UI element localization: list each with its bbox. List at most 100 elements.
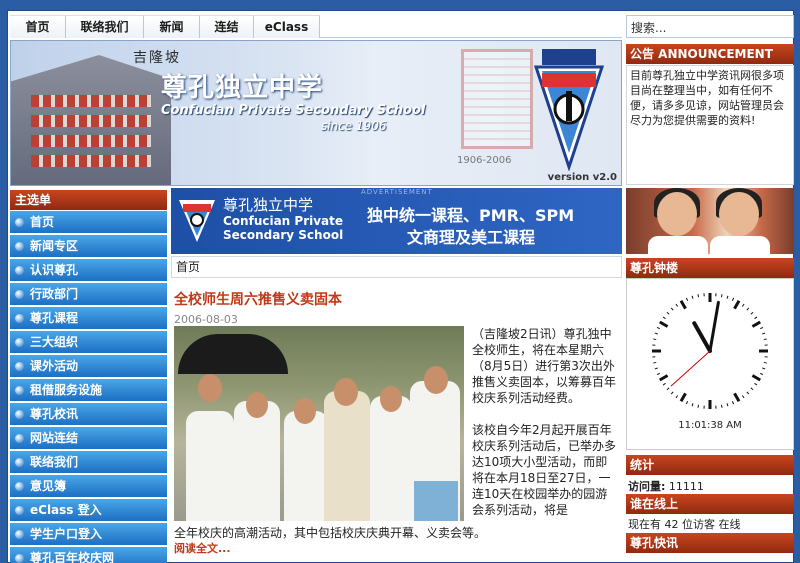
minute-tick — [685, 297, 689, 301]
minute-tick — [750, 311, 754, 315]
minute-tick — [726, 295, 729, 299]
ad-school-en: Confucian Private Secondary School — [223, 214, 344, 242]
banner-years: 1906-2006 — [457, 155, 512, 166]
minute-tick — [720, 404, 723, 408]
minute-tick — [654, 367, 658, 370]
clock-title: 尊孔钟楼 — [626, 258, 794, 278]
minute-tick — [697, 294, 700, 298]
school-name-cn: 尊孔独立中学 — [161, 73, 324, 103]
article-title[interactable]: 全校师生周六推售义卖固本 — [174, 289, 342, 309]
menu-item-links[interactable]: 网站连结 — [10, 427, 167, 451]
read-more-link[interactable]: 阅读全文... — [174, 541, 620, 556]
version-label: version v2.0 — [547, 172, 617, 183]
nav-links[interactable]: 连结 — [200, 15, 254, 38]
menu-item-organizations[interactable]: 三大组织 — [10, 331, 167, 355]
menu-item-courses[interactable]: 尊孔课程 — [10, 307, 167, 331]
bullet-icon — [15, 338, 24, 347]
menu-item-eclass-login[interactable]: eClass 登入 — [10, 499, 167, 523]
minute-tick — [670, 307, 674, 311]
bullet-icon — [15, 434, 24, 443]
school-name-en: Confucian Private Secondary School — [161, 103, 426, 118]
minute-tick — [666, 387, 670, 391]
school-crest-small-icon — [179, 200, 215, 242]
since-label: since 1906 — [321, 119, 387, 133]
minute-tick — [670, 391, 674, 395]
second-hand — [670, 350, 711, 387]
school-building-image — [11, 55, 171, 185]
menu-item-guestbook[interactable]: 意见簿 — [10, 475, 167, 499]
hour-hand — [692, 321, 712, 353]
hour-tick — [659, 374, 669, 382]
online-title: 谁在线上 — [626, 494, 794, 514]
minute-tick — [746, 391, 750, 395]
ad-banner[interactable]: ADVERTISEMENT 尊孔独立中学 Confucian Private S… — [171, 188, 622, 254]
minute-tick — [656, 326, 660, 330]
nav-news[interactable]: 新闻 — [144, 15, 200, 38]
hour-tick — [751, 320, 761, 328]
stats-title: 统计 — [626, 455, 794, 475]
students-photo — [626, 188, 794, 254]
menu-item-home[interactable]: 首页 — [10, 211, 167, 235]
minute-tick — [697, 404, 700, 408]
header-banner: 1906-2006 吉隆坡 尊孔独立中学 Confucian Private S… — [10, 40, 622, 186]
main-menu: 首页 新闻专区 认识尊孔 行政部门 尊孔课程 三大组织 课外活动 租借服务设施 … — [10, 211, 167, 563]
announcement-body: 目前尊孔独立中学资讯网很多项目尚在整理当中，如有任何不便，请多多见谅，网站管理员… — [626, 65, 794, 185]
nav-eclass[interactable]: eClass — [254, 15, 320, 38]
ad-school-cn: 尊孔独立中学 — [223, 196, 314, 214]
visits-count: 访问量: 11111 — [628, 480, 704, 493]
minute-tick — [691, 403, 694, 407]
breadcrumb: 首页 — [171, 256, 622, 278]
minute-tick — [653, 338, 657, 341]
banner-location: 吉隆坡 — [133, 50, 181, 66]
menu-item-activities[interactable]: 课外活动 — [10, 355, 167, 379]
bullet-icon — [15, 482, 24, 491]
minute-tick — [720, 294, 723, 298]
minute-tick — [726, 403, 729, 407]
search-input[interactable]: 搜索... — [626, 15, 794, 38]
seal-watermark — [461, 49, 533, 149]
menu-item-news[interactable]: 新闻专区 — [10, 235, 167, 259]
article-date: 2006-08-03 — [174, 313, 238, 326]
menu-item-newsletter[interactable]: 尊孔校讯 — [10, 403, 167, 427]
hour-tick — [679, 392, 687, 402]
bullet-icon — [15, 242, 24, 251]
nav-contact[interactable]: 联络我们 — [66, 15, 144, 38]
minute-tick — [754, 316, 758, 320]
quicklinks-title: 尊孔快讯 — [626, 533, 794, 553]
ad-line-2: 文商理及美工课程 — [407, 228, 536, 247]
hour-tick — [659, 320, 669, 328]
bullet-icon — [15, 506, 24, 515]
minute-tick — [762, 332, 766, 335]
article-para-2: 该校自今年2月起开展百年校庆系列活动后，已举办多达10项大小型活动，而即将在本月… — [472, 423, 617, 517]
ad-label: ADVERTISEMENT — [361, 188, 433, 196]
bullet-icon — [15, 266, 24, 275]
minute-tick — [666, 311, 670, 315]
article-para-1: （吉隆坡2日讯）尊孔独中全校师生，将在本星期六（8月5日）进行第3次出外推售义卖… — [472, 327, 617, 405]
hour-tick — [733, 300, 741, 310]
menu-item-contact[interactable]: 联络我们 — [10, 451, 167, 475]
nav-home[interactable]: 首页 — [10, 15, 66, 38]
minute-tick — [760, 372, 764, 376]
bullet-icon — [15, 314, 24, 323]
article-continued: 全年校庆的高潮活动，其中包括校庆庆典开幕、义卖会等。 阅读全文... — [174, 526, 620, 556]
article-body: （吉隆坡2日讯）尊孔独中全校师生，将在本星期六（8月5日）进行第3次出外推售义卖… — [472, 326, 617, 534]
bullet-icon — [15, 290, 24, 299]
menu-item-centenary[interactable]: 尊孔百年校庆网 — [10, 547, 167, 563]
minute-tick — [662, 382, 666, 386]
minute-tick — [760, 326, 764, 330]
bullet-icon — [15, 458, 24, 467]
menu-item-student-login[interactable]: 学生户口登入 — [10, 523, 167, 547]
minute-tick — [762, 367, 766, 370]
minute-tick — [675, 303, 679, 307]
minute-tick — [662, 316, 666, 320]
minute-tick — [750, 387, 754, 391]
top-nav: 首页 联络我们 新闻 连结 eClass — [10, 15, 622, 38]
minute-tick — [731, 297, 735, 301]
menu-item-admin[interactable]: 行政部门 — [10, 283, 167, 307]
minute-tick — [653, 361, 657, 364]
school-crest-icon — [534, 49, 604, 171]
menu-item-rental[interactable]: 租借服务设施 — [10, 379, 167, 403]
menu-item-about[interactable]: 认识尊孔 — [10, 259, 167, 283]
bullet-icon — [15, 410, 24, 419]
minute-tick — [675, 395, 679, 399]
